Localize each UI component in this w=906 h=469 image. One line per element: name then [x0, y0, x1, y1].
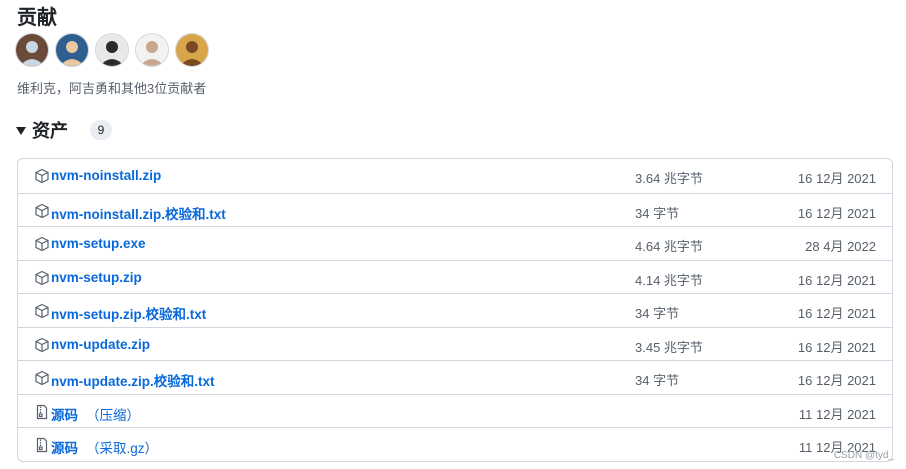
asset-name[interactable]: nvm-noinstall.zip: [51, 168, 161, 183]
avatar[interactable]: [136, 34, 168, 66]
asset-size: 4.14 兆字节: [635, 272, 703, 288]
caret-down-icon[interactable]: [16, 127, 26, 135]
asset-date: 28 4月 2022: [805, 239, 876, 254]
asset-size: 34 字节: [635, 373, 680, 388]
asset-date: 11 12月 2021: [798, 406, 876, 422]
asset-name[interactable]: 源码: [51, 408, 78, 423]
contributor-avatars: [16, 34, 208, 66]
assets-header[interactable]: 资产 9: [16, 117, 112, 143]
avatar[interactable]: [56, 34, 88, 66]
asset-date: 16 12月 2021: [797, 339, 876, 355]
asset-suffix[interactable]: （压缩）: [86, 408, 140, 423]
package-icon: [34, 236, 50, 252]
asset-date: 16 12月 2021: [797, 205, 876, 221]
asset-link[interactable]: nvm-update.zip: [51, 337, 158, 352]
asset-link[interactable]: 源码 （压缩）: [51, 404, 140, 424]
asset-suffix[interactable]: （采取.gz）: [86, 441, 158, 456]
avatar[interactable]: [16, 34, 48, 66]
contributors-summary[interactable]: 维利克，阿吉勇和其他3位贡献者: [17, 78, 206, 97]
asset-size: 3.64 兆字节: [635, 171, 703, 186]
package-icon: [34, 168, 50, 184]
package-icon: [34, 370, 50, 386]
file-zip-icon: [34, 437, 50, 453]
asset-row: nvm-update.zip 3.45 兆字节 16 12月 2021: [18, 326, 892, 361]
contributors-title: 贡献: [17, 7, 57, 29]
avatar[interactable]: [176, 34, 208, 66]
asset-list: nvm-noinstall.zip 3.64 兆字节 16 12月 2021 nvm-…: [17, 158, 893, 462]
avatar[interactable]: [96, 34, 128, 66]
asset-date: 16 12月 2021: [797, 171, 876, 186]
asset-row: 源码 （压缩） 11 12月 2021: [18, 393, 892, 428]
asset-size: 34 字节: [635, 205, 680, 221]
package-icon: [34, 337, 50, 353]
package-icon: [34, 303, 50, 319]
asset-name[interactable]: 源码: [51, 441, 78, 456]
package-icon: [34, 270, 50, 286]
assets-title: 资产: [32, 121, 68, 141]
file-zip-icon: [34, 404, 50, 420]
asset-name[interactable]: nvm-setup.zip: [51, 270, 142, 285]
asset-row: nvm-noinstall.zip.校验和.txt 34 字节 16 12月 202…: [18, 192, 892, 227]
asset-name[interactable]: nvm-update.zip.校验和.txt: [51, 374, 215, 389]
asset-name[interactable]: nvm-setup.zip.校验和.txt: [51, 307, 206, 322]
asset-row: nvm-setup.exe 4.64 兆字节 28 4月 2022: [18, 226, 892, 260]
asset-size: 34 字节: [635, 306, 680, 321]
asset-row: nvm-noinstall.zip 3.64 兆字节 16 12月 2021: [18, 159, 892, 193]
asset-row: nvm-update.zip.校验和.txt 34 字节 16 12月 2021: [18, 360, 892, 394]
assets-count-badge: 9: [90, 120, 112, 140]
asset-name[interactable]: nvm-update.zip: [51, 337, 150, 352]
asset-row: 源码 （采取.gz） 11 12月 2021: [18, 427, 892, 461]
asset-link[interactable]: nvm-noinstall.zip.校验和.txt: [51, 203, 234, 223]
asset-link[interactable]: nvm-noinstall.zip: [51, 168, 169, 183]
asset-size: 4.64 兆字节: [635, 239, 703, 254]
asset-name[interactable]: nvm-noinstall.zip.校验和.txt: [51, 207, 226, 222]
watermark: CSDN @tyd_: [833, 450, 894, 461]
asset-date: 16 12月 2021: [797, 373, 876, 388]
asset-link[interactable]: 源码 （采取.gz）: [51, 437, 158, 457]
asset-link[interactable]: nvm-update.zip.校验和.txt: [51, 370, 223, 390]
asset-size: 3.45 兆字节: [635, 339, 703, 355]
asset-link[interactable]: nvm-setup.zip: [51, 270, 150, 285]
asset-name[interactable]: nvm-setup.exe: [51, 236, 146, 251]
asset-row: nvm-setup.zip 4.14 兆字节 16 12月 2021: [18, 259, 892, 294]
package-icon: [34, 203, 50, 219]
asset-row: nvm-setup.zip.校验和.txt 34 字节 16 12月 2021: [18, 293, 892, 327]
asset-link[interactable]: nvm-setup.zip.校验和.txt: [51, 303, 214, 323]
asset-date: 16 12月 2021: [797, 306, 876, 321]
asset-link[interactable]: nvm-setup.exe: [51, 236, 154, 251]
asset-date: 16 12月 2021: [797, 272, 876, 288]
